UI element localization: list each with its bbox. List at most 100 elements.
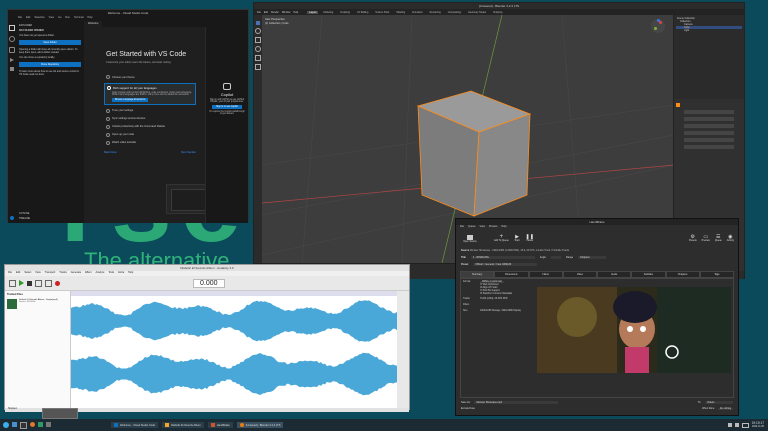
tab-chapters[interactable]: Chapters bbox=[666, 271, 700, 278]
pause-button[interactable] bbox=[9, 280, 16, 287]
battery-icon[interactable] bbox=[742, 423, 749, 428]
prop-row[interactable] bbox=[684, 131, 734, 135]
source-control-icon[interactable] bbox=[9, 47, 15, 53]
prop-row[interactable] bbox=[684, 124, 734, 128]
outliner-item[interactable]: Light bbox=[676, 29, 742, 32]
menu-tools[interactable]: Tools bbox=[108, 271, 114, 276]
app-launcher-icon[interactable] bbox=[3, 422, 9, 428]
prop-row[interactable] bbox=[684, 138, 734, 142]
menu-file[interactable]: File bbox=[460, 225, 464, 230]
clone-repo-button[interactable]: Clone Repository bbox=[19, 62, 81, 67]
step-theme[interactable]: Choose your theme bbox=[104, 73, 196, 81]
cursor-tool-icon[interactable] bbox=[255, 28, 261, 34]
scale-tool-icon[interactable] bbox=[255, 55, 261, 61]
menu-help[interactable]: Help bbox=[501, 225, 506, 230]
tab-dimensions[interactable]: Dimensions bbox=[494, 271, 528, 278]
menu-help[interactable]: Help bbox=[128, 271, 133, 276]
task-audacity[interactable]: Diabolic El Sounds Album bbox=[162, 422, 204, 428]
workspace-tab-animation[interactable]: Animation bbox=[410, 11, 425, 14]
step-command-palette[interactable]: Unlock productivity with the Command Pal… bbox=[104, 123, 196, 131]
menu-select[interactable]: Select bbox=[24, 271, 31, 276]
workspace-tab-rendering[interactable]: Rendering bbox=[428, 11, 443, 14]
menu-presets[interactable]: Presets bbox=[489, 225, 497, 230]
timeline-section[interactable]: TIMELINE bbox=[19, 217, 30, 220]
workspace-tab-layout[interactable]: Layout bbox=[307, 11, 318, 14]
destination-select[interactable]: Videos bbox=[705, 401, 733, 404]
add-queue-button[interactable]: + Add To Queue bbox=[494, 235, 509, 242]
prop-row[interactable] bbox=[684, 110, 734, 114]
open-source-button[interactable]: Open Source bbox=[460, 235, 480, 243]
network-icon[interactable] bbox=[735, 423, 739, 427]
properties-tab-icon[interactable] bbox=[676, 103, 680, 107]
play-button[interactable] bbox=[19, 280, 24, 286]
workspace-tab-shading[interactable]: Shading bbox=[394, 11, 407, 14]
menu-extra[interactable]: Extra bbox=[118, 271, 124, 276]
store-icon[interactable] bbox=[38, 422, 43, 427]
save-as-input[interactable]: Monster Showcase.mp4 bbox=[474, 401, 558, 404]
tab-welcome[interactable]: Welcome bbox=[84, 21, 102, 27]
stop-button[interactable] bbox=[27, 281, 32, 286]
outline-section[interactable]: OUTLINE bbox=[19, 212, 29, 215]
menu-render[interactable]: Render bbox=[271, 11, 279, 14]
tab-video[interactable]: Video bbox=[563, 271, 597, 278]
prop-row[interactable] bbox=[684, 117, 734, 121]
tab-tags[interactable]: Tags bbox=[700, 271, 734, 278]
angle-select[interactable] bbox=[551, 256, 561, 259]
step-sync[interactable]: Sync settings across devices bbox=[104, 115, 196, 123]
select-tool-icon[interactable] bbox=[256, 21, 260, 25]
tab-summary[interactable]: Summary bbox=[460, 271, 494, 278]
menu-edit[interactable]: Edit bbox=[264, 11, 268, 14]
accounts-icon[interactable] bbox=[10, 216, 14, 220]
terminal-icon[interactable] bbox=[20, 422, 27, 429]
video-preview[interactable] bbox=[537, 287, 731, 373]
title-select[interactable]: 1 - 00h00m35s bbox=[471, 256, 535, 259]
step-languages[interactable]: Rich support for all your languages Code… bbox=[104, 83, 196, 105]
start-button[interactable]: ▶ Start bbox=[515, 235, 520, 242]
next-section-link[interactable]: Next Section bbox=[181, 151, 196, 154]
range-select[interactable]: Chapters bbox=[578, 256, 606, 259]
menu-view[interactable]: View bbox=[35, 271, 40, 276]
step-open-code[interactable]: Open up your code bbox=[104, 131, 196, 139]
skip-end-button[interactable] bbox=[45, 280, 52, 287]
settings-icon[interactable] bbox=[46, 422, 51, 427]
menu-file[interactable]: File bbox=[257, 11, 261, 14]
tab-filters[interactable]: Filters bbox=[529, 271, 563, 278]
preview-button[interactable]: ▭ Preview bbox=[702, 235, 710, 242]
search-icon[interactable] bbox=[9, 36, 15, 42]
task-handbrake[interactable]: HandBrake bbox=[208, 422, 233, 428]
activity-button[interactable]: ◉ Activity bbox=[727, 235, 734, 242]
menu-help[interactable]: Help bbox=[293, 11, 298, 14]
browse-extensions-button[interactable]: Browse Language Extensions bbox=[112, 98, 148, 102]
tab-audio[interactable]: Audio bbox=[597, 271, 631, 278]
waveform-area[interactable] bbox=[71, 291, 397, 408]
nav-gizmo[interactable] bbox=[651, 19, 665, 33]
window-thumbnail[interactable] bbox=[42, 408, 78, 419]
tab-subtitles[interactable]: Subtitles bbox=[631, 271, 665, 278]
step-videos[interactable]: Watch video tutorials bbox=[104, 139, 196, 147]
when-done-select[interactable]: Do nothing bbox=[718, 408, 733, 410]
metadata-checkbox[interactable]: ☑ Passthru Common Metadata bbox=[480, 292, 537, 295]
skip-start-button[interactable] bbox=[35, 280, 42, 287]
preset-select[interactable]: Official > General > Fast 1080p30 bbox=[473, 263, 537, 266]
clock[interactable]: 19:19:17 2024-11-05 bbox=[752, 422, 764, 428]
menu-view[interactable]: View bbox=[480, 225, 485, 230]
pause-button[interactable]: ❚❚ Pause bbox=[526, 235, 534, 242]
volume-icon[interactable] bbox=[728, 423, 732, 427]
menu-queue[interactable]: Queue bbox=[468, 225, 476, 230]
prop-row[interactable] bbox=[684, 145, 734, 149]
run-debug-icon[interactable] bbox=[10, 58, 14, 62]
rotate-tool-icon[interactable] bbox=[255, 46, 261, 52]
workspace-tab-compositing[interactable]: Compositing bbox=[446, 11, 463, 14]
workspace-tab-geometry-nodes[interactable]: Geometry Nodes bbox=[466, 11, 488, 14]
workspace-tab-scripting[interactable]: Scripting bbox=[491, 11, 504, 14]
menu-window[interactable]: Window bbox=[282, 11, 291, 14]
mark-done-link[interactable]: Mark Done bbox=[104, 151, 117, 154]
menu-edit[interactable]: Edit bbox=[16, 271, 20, 276]
menu-transport[interactable]: Transport bbox=[45, 271, 56, 276]
workspace-tab-uv-editing[interactable]: UV Editing bbox=[355, 11, 370, 14]
transform-tool-icon[interactable] bbox=[255, 64, 261, 70]
menu-effect[interactable]: Effect bbox=[85, 271, 91, 276]
task-blender[interactable]: [Unsaved] - Blender 4.2.3 LTS bbox=[237, 422, 284, 428]
workspace-tab-sculpting[interactable]: Sculpting bbox=[338, 11, 352, 14]
menu-file[interactable]: File bbox=[8, 271, 12, 276]
